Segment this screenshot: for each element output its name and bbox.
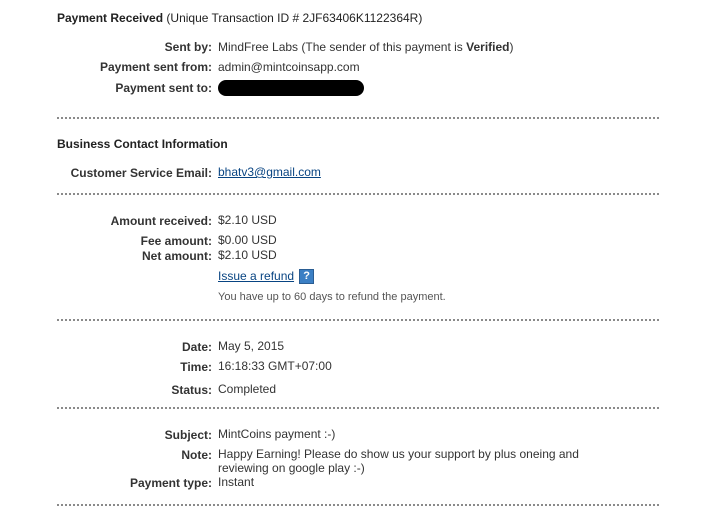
- date-label: Date:: [181, 340, 212, 354]
- divider: [57, 504, 659, 506]
- payment-type-value: Instant: [218, 475, 255, 489]
- refund-note: You have up to 60 days to refund the pay…: [218, 291, 446, 303]
- amount-received-label: Amount received:: [110, 214, 212, 228]
- customer-service-email-label: Customer Service Email:: [70, 166, 212, 180]
- issue-refund-link[interactable]: Issue a refund: [218, 269, 294, 283]
- transaction-id: (Unique Transaction ID # 2JF63406K112236…: [166, 11, 423, 25]
- status-label: Status:: [171, 383, 212, 397]
- redaction-mark: [218, 80, 364, 96]
- subject-value: MintCoins payment :-): [218, 427, 336, 441]
- sender-note-suffix: ): [509, 40, 514, 54]
- verified-status: Verified: [466, 40, 510, 54]
- business-contact-title: Business Contact Information: [57, 137, 228, 151]
- customer-service-email-link[interactable]: bhatv3@gmail.com: [218, 165, 321, 179]
- time-value: 16:18:33 GMT+07:00: [218, 359, 332, 373]
- divider: [57, 319, 659, 321]
- divider: [57, 407, 659, 409]
- subject-label: Subject:: [164, 428, 212, 442]
- sent-by-value: MindFree Labs (The sender of this paymen…: [218, 40, 514, 54]
- help-icon[interactable]: ?: [299, 269, 315, 285]
- note-label: Note:: [181, 448, 212, 462]
- payment-type-label: Payment type:: [129, 476, 212, 490]
- fee-amount-value: $0.00 USD: [218, 233, 277, 247]
- date-value: May 5, 2015: [218, 339, 285, 353]
- sent-from-value: admin@mintcoinsapp.com: [218, 60, 360, 74]
- page-title: Payment Received: [57, 11, 164, 25]
- sent-from-label: Payment sent from:: [99, 60, 212, 74]
- note-line-2: reviewing on google play :-): [218, 461, 365, 475]
- status-value: Completed: [218, 382, 277, 396]
- transaction-header: Payment Received (Unique Transaction ID …: [57, 11, 422, 25]
- divider: [57, 193, 659, 195]
- sent-to-label: Payment sent to:: [115, 81, 212, 95]
- note-line-1: Happy Earning! Please do show us your su…: [218, 447, 579, 461]
- sent-by-label: Sent by:: [164, 40, 212, 54]
- time-label: Time:: [180, 360, 212, 374]
- amount-received-value: $2.10 USD: [218, 213, 277, 227]
- net-amount-value: $2.10 USD: [218, 248, 277, 262]
- refund-row: Issue a refund?: [218, 269, 315, 285]
- sender-name: MindFree Labs: [218, 40, 299, 54]
- net-amount-label: Net amount:: [142, 249, 212, 263]
- sender-note-prefix: (The sender of this payment is: [301, 40, 467, 54]
- fee-amount-label: Fee amount:: [140, 234, 212, 248]
- divider: [57, 117, 659, 119]
